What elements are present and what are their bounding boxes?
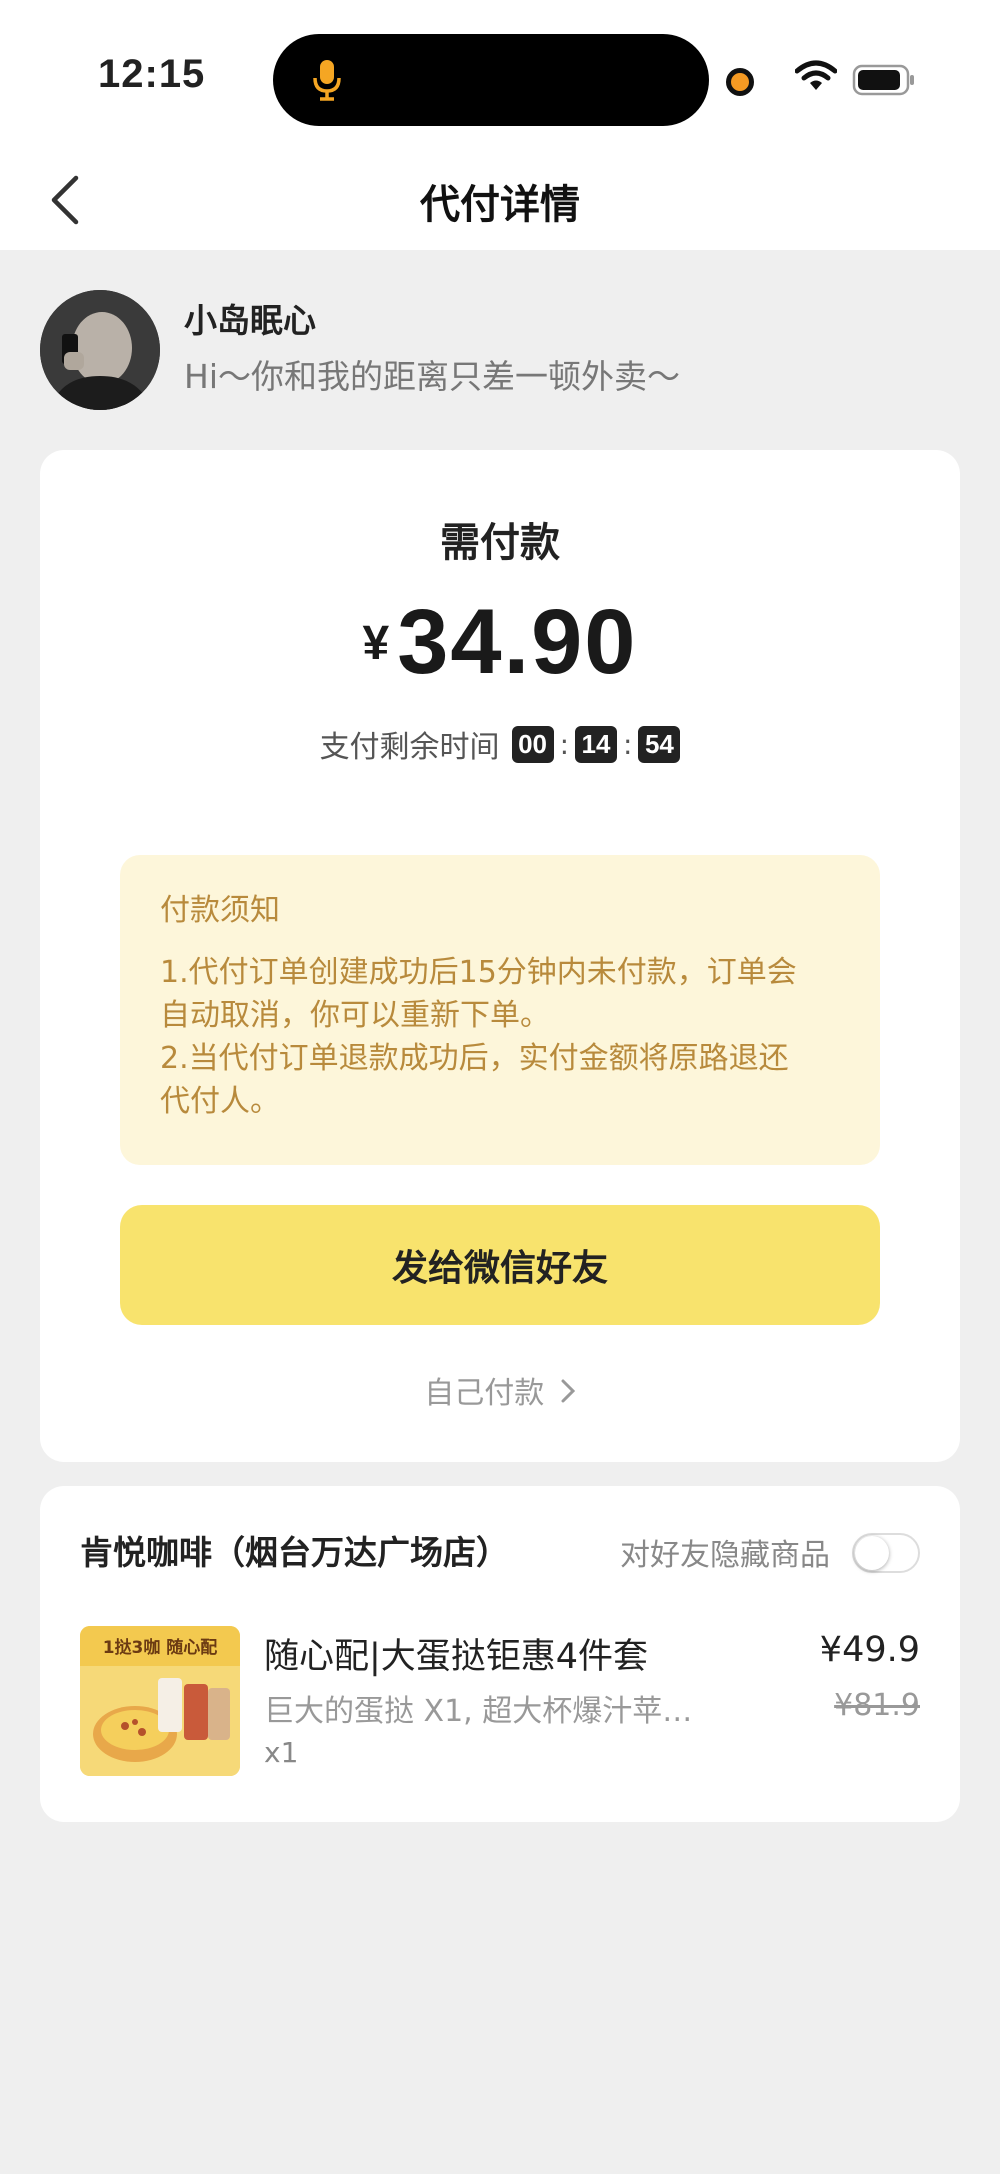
- nav-bar: 代付详情: [0, 150, 1000, 250]
- product-original-price: ¥81.9: [834, 1688, 920, 1723]
- chevron-right-icon: [560, 1377, 576, 1412]
- payment-notice: 付款须知 1.代付订单创建成功后15分钟内未付款，订单会 自动取消，你可以重新下…: [120, 855, 880, 1165]
- payment-card: 需付款 ¥34.90 支付剩余时间 00 : 14 : 54 付款须知 1.代付…: [40, 450, 960, 1462]
- product-quantity: x1: [264, 1736, 299, 1769]
- product-image[interactable]: 1挞3咖 随心配: [80, 1626, 240, 1776]
- hide-items-toggle[interactable]: [852, 1533, 920, 1573]
- payment-amount: ¥34.90: [40, 590, 960, 695]
- hide-items-label: 对好友隐藏商品: [620, 1538, 830, 1573]
- send-to-wechat-friend-button[interactable]: 发给微信好友: [120, 1205, 880, 1325]
- countdown-separator: :: [559, 727, 569, 761]
- user-info: 小岛眠心 Hi～你和我的距离只差一顿外卖～: [40, 290, 960, 410]
- self-pay-link[interactable]: 自己付款: [40, 1368, 960, 1412]
- microphone-icon: [303, 56, 351, 104]
- product-image-text: 1挞3咖 随心配: [103, 1637, 218, 1658]
- countdown-separator: :: [623, 727, 633, 761]
- avatar: [40, 290, 160, 410]
- page-title: 代付详情: [420, 182, 580, 228]
- wifi-icon: [794, 60, 838, 98]
- countdown-hours: 00: [511, 725, 554, 763]
- send-button-label: 发给微信好友: [391, 1248, 608, 1289]
- notice-line: 自动取消，你可以重新下单。: [160, 998, 550, 1033]
- countdown-seconds: 54: [638, 725, 681, 763]
- notice-line: 2.当代付订单退款成功后，实付金额将原路退还: [160, 1041, 789, 1076]
- amount-value: 34.90: [397, 591, 638, 693]
- status-time: 12:15: [98, 52, 206, 96]
- notice-line: 1.代付订单创建成功后15分钟内未付款，订单会: [160, 955, 797, 990]
- user-name: 小岛眠心: [184, 301, 316, 340]
- product-price: ¥49.9: [819, 1630, 920, 1670]
- currency-symbol: ¥: [362, 617, 390, 670]
- order-card: 肯悦咖啡（烟台万达广场店） 对好友隐藏商品 1挞3咖 随心配 随心配|大蛋挞钜惠…: [40, 1486, 960, 1822]
- dynamic-island: [273, 34, 709, 126]
- shop-name: 肯悦咖啡（烟台万达广场店）: [80, 1533, 509, 1572]
- self-pay-label: 自己付款: [424, 1376, 545, 1411]
- battery-icon: [852, 63, 916, 101]
- notice-title: 付款须知: [160, 893, 280, 928]
- toggle-knob: [855, 1536, 889, 1570]
- payment-title: 需付款: [440, 520, 560, 566]
- countdown: 支付剩余时间 00 : 14 : 54: [40, 722, 960, 766]
- notice-line: 代付人。: [160, 1084, 280, 1119]
- status-bar: 12:15: [0, 0, 1000, 150]
- product-name: 随心配|大蛋挞钜惠4件套: [264, 1637, 649, 1677]
- countdown-label: 支付剩余时间: [319, 730, 500, 765]
- user-message: Hi～你和我的距离只差一顿外卖～: [184, 357, 680, 396]
- product-description: 巨大的蛋挞 X1, 超大杯爆汁苹…: [264, 1694, 693, 1729]
- countdown-minutes: 14: [575, 725, 617, 763]
- recording-indicator-icon: [726, 68, 754, 96]
